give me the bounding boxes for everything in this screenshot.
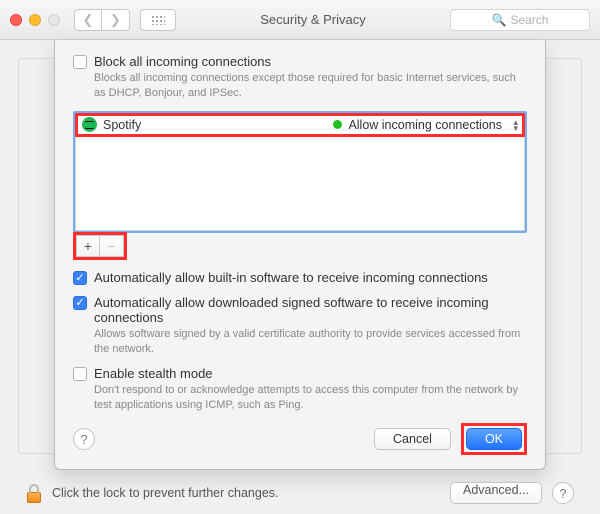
remove-app-button[interactable]: − [100,235,124,257]
window-toolbar: ❮ ❯ Security & Privacy 🔍 Search [0,0,600,40]
minimize-window-button[interactable] [29,14,41,26]
block-all-row: Block all incoming connections Blocks al… [73,54,527,101]
zoom-window-button[interactable] [48,14,60,26]
auto-signed-row: ✓ Automatically allow downloaded signed … [73,295,527,357]
auto-signed-label: Automatically allow downloaded signed so… [94,295,527,325]
nav-buttons: ❮ ❯ [74,9,130,31]
forward-button[interactable]: ❯ [102,9,130,31]
search-placeholder: Search [510,13,548,27]
auto-signed-sub: Allows software signed by a valid certif… [94,327,527,357]
app-list-row[interactable]: Spotify Allow incoming connections ▴▾ [76,114,524,136]
allow-dot-icon [333,120,342,129]
auto-builtin-checkbox[interactable]: ✓ [73,271,87,285]
add-remove-group: + − [73,232,127,260]
footer-help-button[interactable]: ? [552,482,574,504]
connection-cell[interactable]: Allow incoming connections ▴▾ [333,118,518,132]
dropdown-arrows-icon: ▴▾ [513,119,518,131]
block-all-text: Block all incoming connections Blocks al… [94,54,527,101]
firewall-options-sheet: Block all incoming connections Blocks al… [54,40,546,470]
spotify-icon [82,117,97,132]
sheet-help-button[interactable]: ? [73,428,95,450]
close-window-button[interactable] [10,14,22,26]
advanced-button[interactable]: Advanced... [450,482,542,504]
lock-text: Click the lock to prevent further change… [52,486,279,500]
search-icon: 🔍 [492,13,507,27]
window-body: Block all incoming connections Blocks al… [0,40,600,514]
app-list-wrapper: Spotify Allow incoming connections ▴▾ [73,111,527,233]
block-all-sub: Blocks all incoming connections except t… [94,71,527,101]
auto-signed-checkbox[interactable]: ✓ [73,296,87,310]
ok-highlight: OK [461,423,527,455]
auto-builtin-row: ✓ Automatically allow built-in software … [73,270,527,285]
block-all-checkbox[interactable] [73,55,87,69]
auto-builtin-label: Automatically allow built-in software to… [94,270,488,285]
ok-button[interactable]: OK [466,428,522,450]
add-remove-row: + − [73,232,527,260]
footer: Click the lock to prevent further change… [26,482,574,504]
search-input[interactable]: 🔍 Search [450,9,590,31]
app-name: Spotify [103,118,141,132]
back-button[interactable]: ❮ [74,9,102,31]
stealth-sub: Don't respond to or acknowledge attempts… [94,383,527,413]
app-list[interactable]: Spotify Allow incoming connections ▴▾ [75,113,525,231]
sheet-buttons: ? Cancel OK [73,423,527,455]
block-all-label: Block all incoming connections [94,54,527,69]
stealth-label: Enable stealth mode [94,366,213,381]
stealth-checkbox[interactable] [73,367,87,381]
add-app-button[interactable]: + [76,235,100,257]
traffic-lights [10,14,60,26]
connection-status: Allow incoming connections [348,118,502,132]
stealth-row: Enable stealth mode Don't respond to or … [73,366,527,413]
lock-icon[interactable] [26,483,42,503]
window-title: Security & Privacy [186,12,440,27]
grid-icon [151,15,165,25]
cancel-button[interactable]: Cancel [374,428,451,450]
show-all-button[interactable] [140,9,176,31]
